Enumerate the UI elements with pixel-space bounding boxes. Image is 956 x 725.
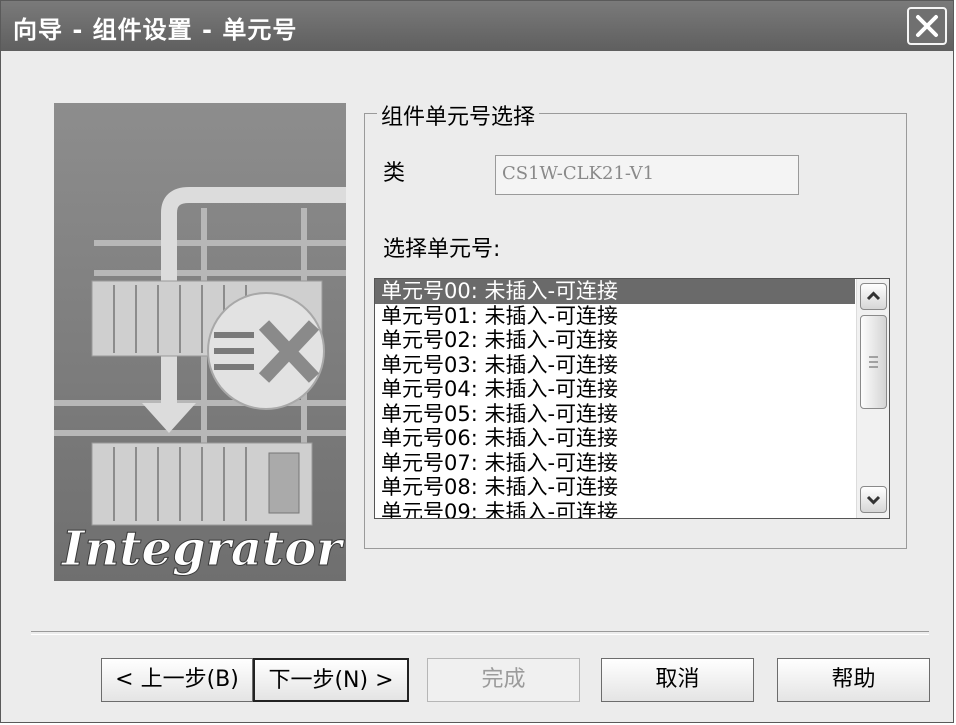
unit-number-listbox[interactable]: 单元号00: 未插入-可连接 单元号01: 未插入-可连接 单元号02: 未插入… (374, 278, 890, 519)
chevron-down-icon (866, 495, 881, 505)
banner-brand-text: Integrator (60, 521, 345, 577)
integrator-banner-image: Integrator (54, 103, 346, 581)
list-item-unit-09[interactable]: 单元号09: 未插入-可连接 (375, 500, 855, 519)
type-label: 类 (383, 161, 406, 186)
close-icon (916, 15, 938, 37)
scroll-thumb[interactable] (860, 315, 887, 409)
scroll-up-button[interactable] (860, 283, 887, 310)
back-button[interactable]: < 上一步(B) (101, 658, 253, 702)
groupbox-title: 组件单元号选择 (377, 99, 540, 131)
list-item-unit-03[interactable]: 单元号03: 未插入-可连接 (375, 353, 855, 378)
chevron-up-icon (866, 291, 881, 301)
separator-line (31, 631, 929, 635)
list-item-unit-01[interactable]: 单元号01: 未插入-可连接 (375, 304, 855, 329)
wizard-dialog: 向导 - 组件设置 - 单元号 Integrator 组件单元号选择 类 CS1… (0, 0, 954, 723)
list-item-unit-06[interactable]: 单元号06: 未插入-可连接 (375, 426, 855, 451)
list-item-unit-00[interactable]: 单元号00: 未插入-可连接 (375, 279, 855, 304)
next-button[interactable]: 下一步(N) > (253, 658, 409, 702)
list-item-unit-04[interactable]: 单元号04: 未插入-可连接 (375, 377, 855, 402)
list-item-unit-05[interactable]: 单元号05: 未插入-可连接 (375, 402, 855, 427)
scroll-down-button[interactable] (860, 486, 887, 513)
list-item-unit-07[interactable]: 单元号07: 未插入-可连接 (375, 451, 855, 476)
listbox-scrollbar[interactable] (856, 279, 889, 518)
type-field: CS1W-CLK21-V1 (495, 155, 799, 195)
grip-icon (869, 356, 878, 368)
window-title: 向导 - 组件设置 - 单元号 (13, 16, 298, 44)
list-item-unit-08[interactable]: 单元号08: 未插入-可连接 (375, 475, 855, 500)
title-bar[interactable]: 向导 - 组件设置 - 单元号 (1, 1, 953, 51)
cancel-button[interactable]: 取消 (601, 658, 754, 702)
list-item-unit-02[interactable]: 单元号02: 未插入-可连接 (375, 328, 855, 353)
finish-button[interactable]: 完成 (427, 658, 580, 702)
close-button[interactable] (907, 7, 947, 45)
select-unit-label: 选择单元号: (383, 237, 501, 262)
help-button[interactable]: 帮助 (777, 658, 930, 702)
list-items: 单元号00: 未插入-可连接 单元号01: 未插入-可连接 单元号02: 未插入… (375, 279, 855, 518)
